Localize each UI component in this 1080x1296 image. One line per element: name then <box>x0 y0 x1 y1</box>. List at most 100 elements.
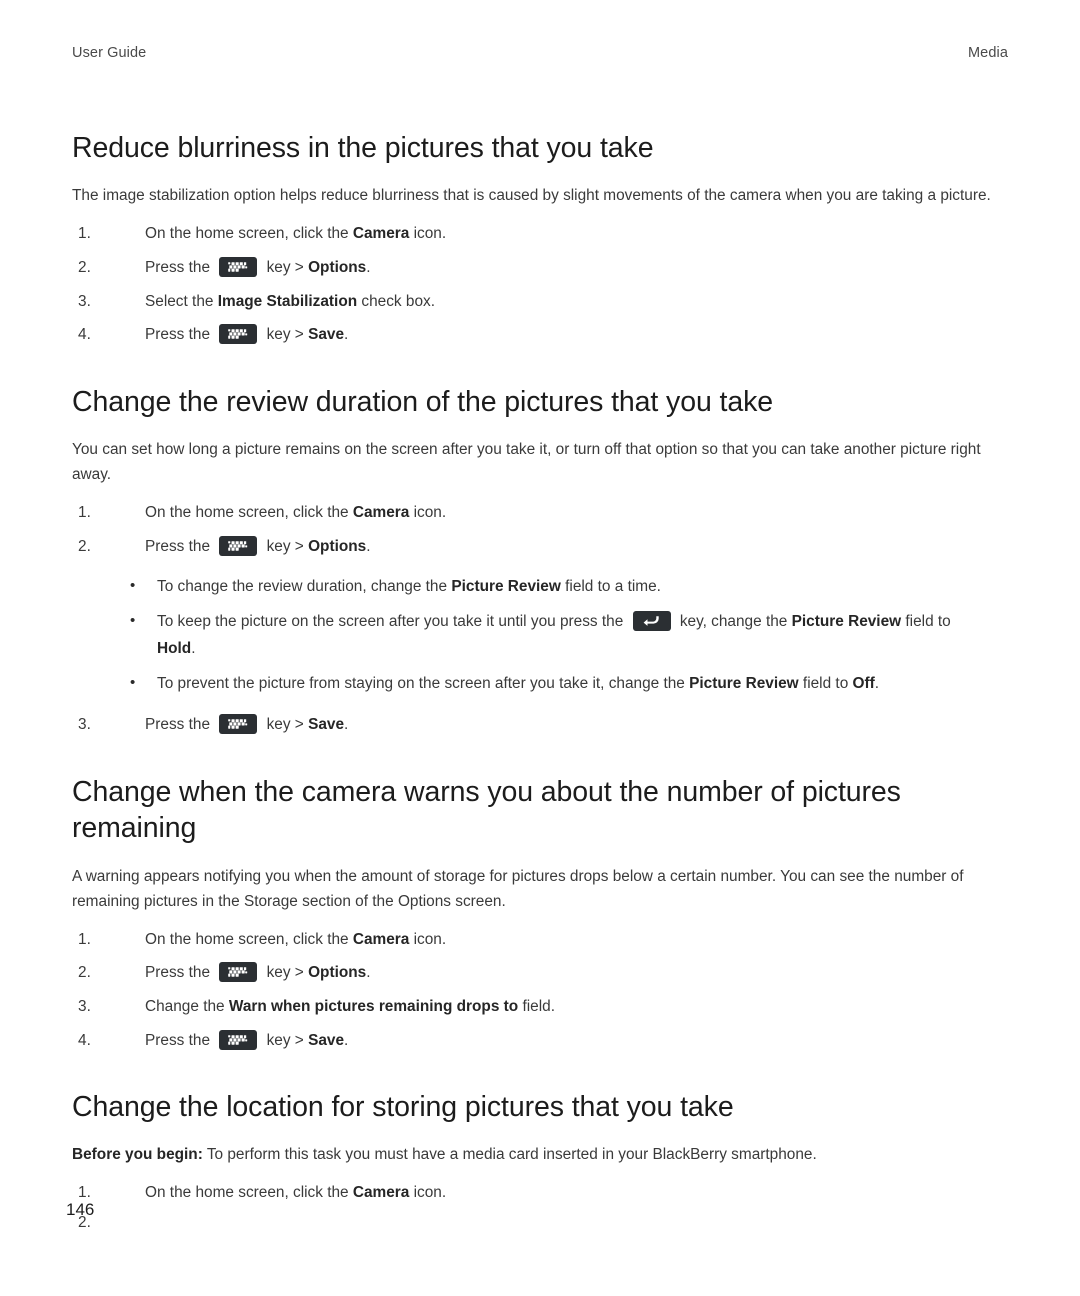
step-text-pre: Press the <box>145 326 215 344</box>
step-text-pre: Press the <box>145 964 215 982</box>
step-item: On the home screen, click the Camera ico… <box>72 1182 992 1204</box>
step-text-bold: Save <box>308 716 345 734</box>
step-text-post: . <box>366 537 371 555</box>
step-text-bold: Warn when pictures remaining drops to <box>228 997 519 1015</box>
steps-list-continued: Press the key > Save. <box>72 710 992 740</box>
step-item: Press the key > Options. <box>72 958 992 988</box>
step-text-bold: Options <box>308 964 367 982</box>
blackberry-menu-key-icon <box>219 1029 258 1050</box>
bullet-item: To keep the picture on the screen after … <box>72 608 992 663</box>
step-text-post: . <box>366 964 371 982</box>
step-text-mid: key > <box>262 259 309 277</box>
running-header: User Guide Media <box>72 45 1008 61</box>
step-item: Press the key > Options. <box>72 532 992 562</box>
blackberry-menu-key-icon <box>219 714 258 735</box>
page-number: 146 <box>66 1200 95 1219</box>
bullet-text-bold2: Hold <box>157 639 192 657</box>
blackberry-menu-key-icon <box>219 535 258 556</box>
blackberry-menu-key-icon <box>219 324 258 345</box>
step-text-mid: key > <box>262 537 309 555</box>
step-text-post: icon. <box>409 504 447 522</box>
bullet-item: To change the review duration, change th… <box>72 574 992 600</box>
bullet-text-post: field to a time. <box>560 578 661 596</box>
bullet-text-post2: . <box>874 674 880 692</box>
bullet-text-post2: . <box>191 639 196 657</box>
step-text-pre: On the home screen, click the <box>145 504 353 522</box>
step-text-bold: Save <box>308 1031 345 1049</box>
step-text-pre: Press the <box>145 259 215 277</box>
before-you-begin-text: To perform this task you must have a med… <box>202 1146 817 1164</box>
section-heading: Change the review duration of the pictur… <box>72 385 774 418</box>
section-intro-paragraph: A warning appears notifying you when the… <box>72 867 964 910</box>
bullet-text-bold: Picture Review <box>689 674 799 692</box>
step-text-bold: Save <box>308 326 345 344</box>
steps-list: On the home screen, click the Camera ico… <box>72 223 992 350</box>
step-text-bold: Camera <box>352 1184 410 1202</box>
bullet-text-pre: To keep the picture on the screen after … <box>157 612 628 630</box>
bullet-text-post: field to <box>901 612 951 630</box>
step-text-pre: Press the <box>145 1031 215 1049</box>
step-text-mid: key > <box>262 716 309 734</box>
step-text-post: icon. <box>409 225 447 243</box>
step-item: Press the key > Options. <box>72 253 992 283</box>
bullet-text-bold: Picture Review <box>791 612 902 630</box>
step-text-bold: Options <box>308 259 367 277</box>
section-heading: Change the location for storing pictures… <box>72 1090 734 1123</box>
step-text-mid: key > <box>262 964 309 982</box>
escape-back-key-icon <box>632 610 671 631</box>
step-text-post: . <box>344 716 349 734</box>
step-item-truncated <box>72 1212 992 1234</box>
section-warn-pictures-remaining: Change when the camera warns you about t… <box>72 774 992 1055</box>
blackberry-menu-key-icon <box>219 962 258 983</box>
step-text-pre: Press the <box>145 537 215 555</box>
section-intro-paragraph: The image stabilization option helps red… <box>72 187 991 205</box>
bullet-text-post: field to <box>798 674 853 692</box>
section-review-duration: Change the review duration of the pictur… <box>72 384 992 740</box>
step-text-bold: Camera <box>352 930 410 948</box>
step-item: On the home screen, click the Camera ico… <box>72 929 992 951</box>
blackberry-menu-key-icon <box>219 257 258 278</box>
step-item: On the home screen, click the Camera ico… <box>72 223 992 245</box>
header-left-label: User Guide <box>72 45 147 61</box>
bullet-item: To prevent the picture from staying on t… <box>72 671 992 697</box>
step-text-post: field. <box>518 997 555 1015</box>
step-item: Press the key > Save. <box>72 1026 992 1056</box>
sub-bullet-list: To change the review duration, change th… <box>72 574 992 697</box>
step-text-bold: Camera <box>352 504 410 522</box>
steps-list: On the home screen, click the Camera ico… <box>72 929 992 1056</box>
page-content: Reduce blurriness in the pictures that y… <box>72 130 992 1241</box>
step-text-pre: On the home screen, click the <box>145 930 353 948</box>
bullet-text-bold: Picture Review <box>451 578 561 596</box>
step-text-pre: Change the <box>145 997 229 1015</box>
step-text-post: . <box>344 1031 349 1049</box>
bullet-text-bold2: Off <box>852 674 875 692</box>
section-intro-paragraph: You can set how long a picture remains o… <box>72 441 981 484</box>
step-text-bold: Image Stabilization <box>217 292 358 310</box>
step-text-post: check box. <box>357 292 435 310</box>
steps-list: On the home screen, click the Camera ico… <box>72 1182 992 1234</box>
step-text-post: . <box>366 259 371 277</box>
bullet-text-pre: To change the review duration, change th… <box>157 578 452 596</box>
step-item: Press the key > Save. <box>72 710 992 740</box>
step-text-pre: Press the <box>145 716 215 734</box>
document-page: User Guide Media Reduce blurriness in th… <box>0 0 1080 1296</box>
step-text-pre: On the home screen, click the <box>145 1184 353 1202</box>
before-you-begin-label: Before you begin: <box>72 1146 203 1164</box>
section-storage-location: Change the location for storing pictures… <box>72 1089 992 1234</box>
steps-list: On the home screen, click the Camera ico… <box>72 502 992 561</box>
step-text-post: icon. <box>409 1184 447 1202</box>
bullet-text-mid: key, change the <box>675 612 792 630</box>
step-item: Press the key > Save. <box>72 320 992 350</box>
before-you-begin-note: Before you begin: To perform this task y… <box>72 1143 992 1168</box>
step-item: Change the Warn when pictures remaining … <box>72 996 992 1018</box>
step-text-pre: On the home screen, click the <box>145 225 353 243</box>
step-text-bold: Camera <box>352 225 410 243</box>
header-right-label: Media <box>968 45 1008 61</box>
section-reduce-blurriness: Reduce blurriness in the pictures that y… <box>72 130 992 350</box>
step-item: Select the Image Stabilization check box… <box>72 291 992 313</box>
section-heading: Reduce blurriness in the pictures that y… <box>72 132 654 164</box>
step-text-pre: Select the <box>145 292 218 310</box>
step-text-post: icon. <box>409 930 447 948</box>
step-text-bold: Options <box>308 537 367 555</box>
step-text-mid: key > <box>262 326 309 344</box>
